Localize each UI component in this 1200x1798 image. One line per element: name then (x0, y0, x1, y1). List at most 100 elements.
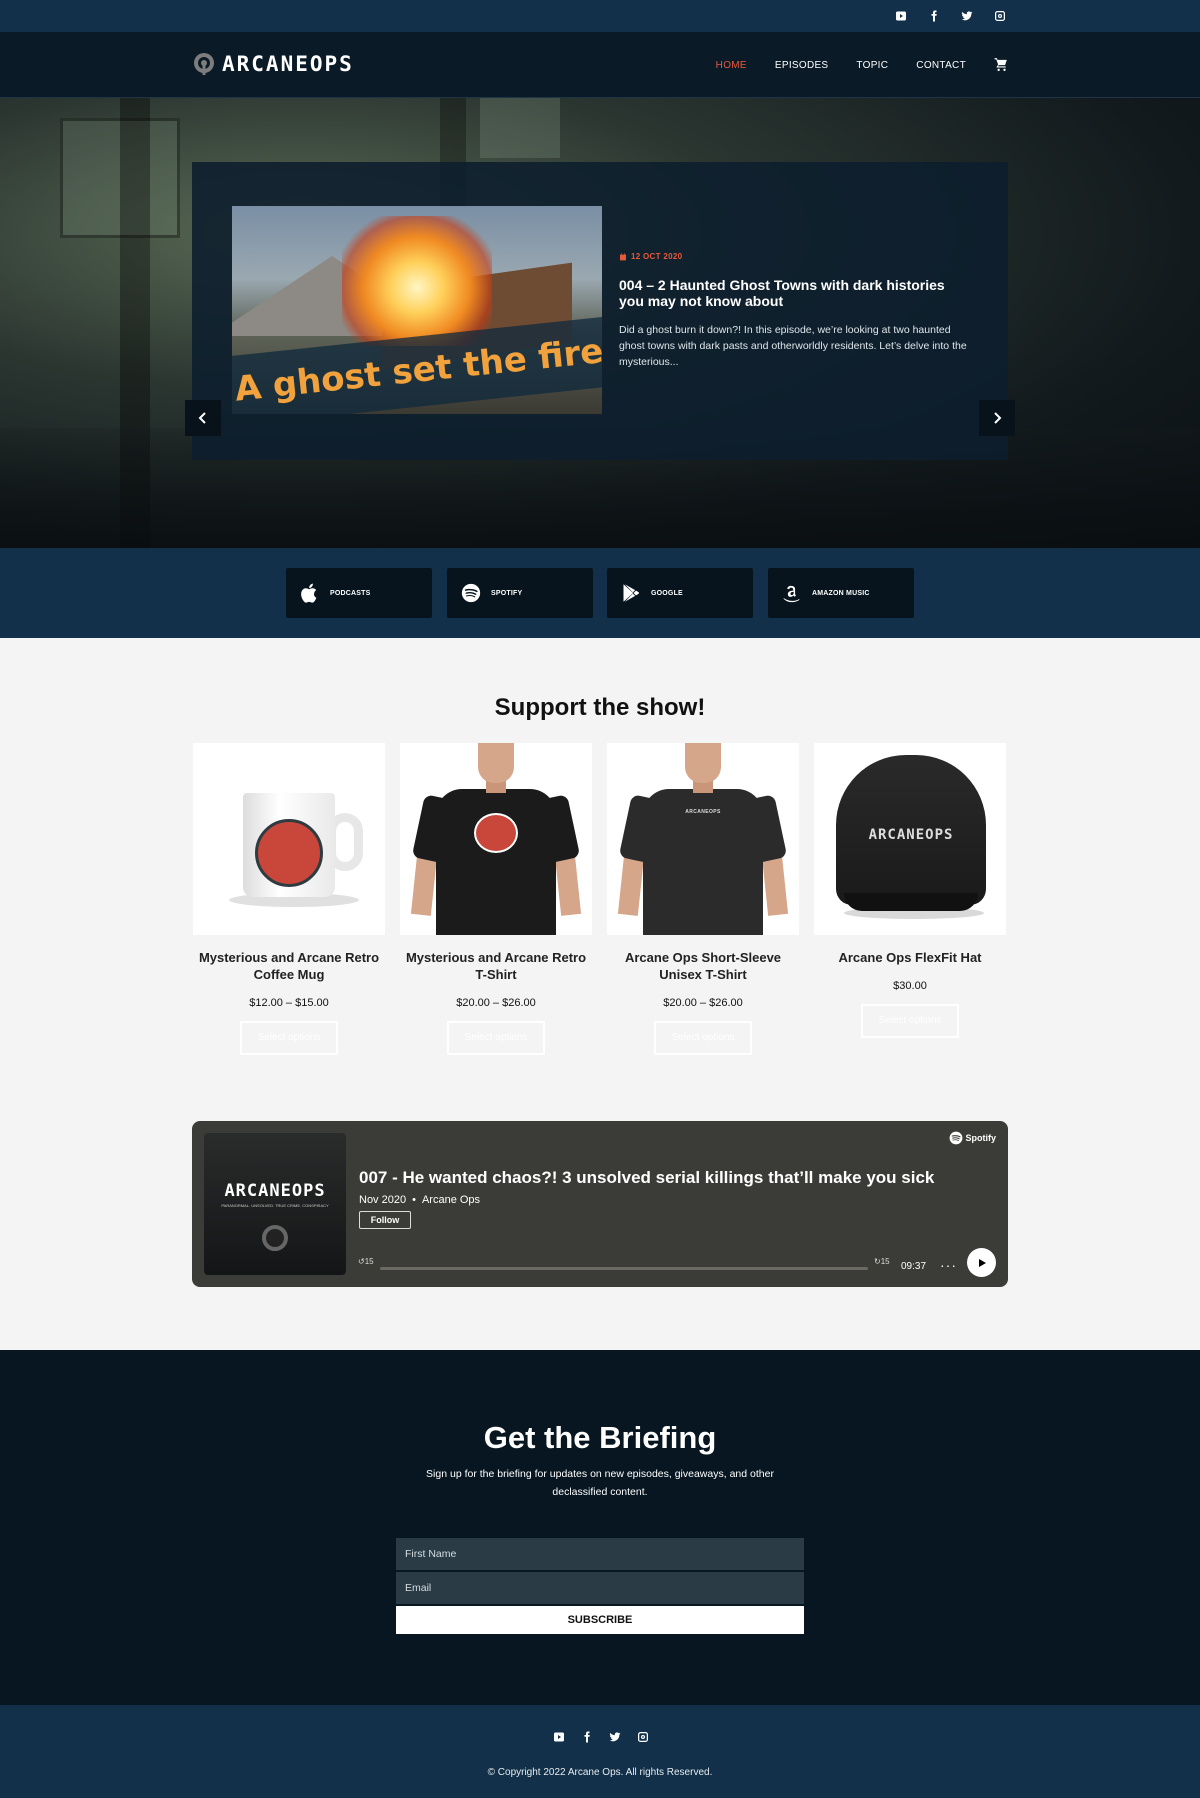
episode-date: 12 OCT 2020 (619, 252, 969, 261)
google-podcasts-button[interactable]: GOOGLE (607, 568, 753, 618)
episode-meta: 12 OCT 2020 004 – 2 Haunted Ghost Towns … (619, 252, 969, 370)
site-logo[interactable]: ARCANEOPS (192, 52, 354, 76)
cover-art-logo-icon (262, 1225, 288, 1251)
cover-art-title: ARCANEOPS (224, 1181, 326, 1201)
play-icon (978, 1258, 986, 1267)
calendar-icon (620, 252, 626, 260)
episode-title[interactable]: 004 – 2 Haunted Ghost Towns with dark hi… (619, 277, 969, 309)
product-card: Mysterious and Arcane Retro Coffee Mug $… (193, 743, 385, 1055)
episode-excerpt: Did a ghost burn it down?! In this episo… (619, 324, 967, 368)
product-price: $30.00 (893, 980, 927, 992)
product-card: Mysterious and Arcane Retro T-Shirt $20.… (400, 743, 592, 1055)
model-head (685, 743, 721, 783)
hero-background-window (480, 98, 560, 158)
player-episode-date: Nov 2020 (359, 1194, 407, 1206)
nav-contact[interactable]: CONTACT (916, 60, 966, 71)
instagram-icon[interactable] (635, 1729, 651, 1745)
footer-social-links (551, 1729, 651, 1745)
nav-topic[interactable]: TOPIC (856, 60, 888, 71)
product-card: ARCANEOPS Arcane Ops Short-Sleeve Unisex… (607, 743, 799, 1055)
more-options-icon[interactable]: ··· (940, 1257, 957, 1273)
hero-slider: A ghost set the fire?! 12 OCT 2020 004 –… (0, 98, 1200, 548)
shop-title: Support the show! (494, 694, 706, 721)
site-header: ARCANEOPS HOME EPISODES TOPIC CONTACT (0, 32, 1200, 98)
product-name[interactable]: Mysterious and Arcane Retro Coffee Mug (193, 949, 385, 983)
newsletter-description: Sign up for the briefing for updates on … (426, 1468, 774, 1498)
episode-slide[interactable]: A ghost set the fire?! 12 OCT 2020 004 –… (192, 162, 1008, 460)
platform-label: SPOTIFY (491, 589, 523, 597)
model-arm (617, 854, 645, 916)
newsletter-title: Get the Briefing (483, 1420, 717, 1455)
google-play-icon (623, 584, 639, 602)
player-show-name[interactable]: Arcane Ops (422, 1194, 480, 1206)
copyright-text: © Copyright 2022 Arcane Ops. All rights … (487, 1767, 713, 1778)
follow-button[interactable]: Follow (359, 1211, 411, 1229)
top-social-links (893, 8, 1008, 24)
facebook-icon[interactable] (926, 8, 942, 24)
select-options-button[interactable]: Select options (447, 1021, 545, 1055)
instagram-icon[interactable] (992, 8, 1008, 24)
facebook-icon[interactable] (579, 1729, 595, 1745)
product-price: $20.00 – $26.00 (456, 997, 536, 1009)
episode-duration: 09:37 (901, 1261, 927, 1272)
apple-podcasts-button[interactable]: PODCASTS (286, 568, 432, 618)
skip-back-15-icon[interactable]: ↺15 (358, 1257, 374, 1266)
episode-date-text: 12 OCT 2020 (631, 252, 683, 261)
spotify-icon (461, 583, 481, 603)
spotify-brand-text: Spotify (965, 1133, 997, 1143)
product-image-mug[interactable] (193, 743, 385, 935)
platform-label: AMAZON MUSIC (812, 589, 870, 597)
email-field[interactable] (396, 1572, 804, 1604)
episode-thumbnail[interactable]: A ghost set the fire?! (232, 206, 602, 414)
newsletter-section: Get the Briefing Sign up for the briefin… (0, 1350, 1200, 1705)
product-image-unisex-tshirt[interactable]: ARCANEOPS (607, 743, 799, 935)
listen-platforms: PODCASTS SPOTIFY GOOGLE AMAZON MUSIC (0, 548, 1200, 638)
player-episode-meta: Nov 2020 • Arcane Ops (359, 1194, 480, 1206)
product-name[interactable]: Mysterious and Arcane Retro T-Shirt (400, 949, 592, 983)
product-image-retro-tshirt[interactable] (400, 743, 592, 935)
playback-progress-bar[interactable] (380, 1267, 868, 1270)
product-price: $12.00 – $15.00 (249, 997, 329, 1009)
episode-cover-art[interactable]: ARCANEOPS PARANORMAL. UNSOLVED. TRUE CRI… (204, 1133, 346, 1275)
skip-back-label: 15 (364, 1257, 374, 1266)
chevron-right-icon (994, 412, 1002, 424)
shirt-retro-logo (474, 813, 518, 853)
slider-prev-button[interactable] (185, 400, 221, 436)
twitter-icon[interactable] (959, 8, 975, 24)
mug-logo (255, 819, 323, 887)
player-episode-title[interactable]: 007 - He wanted chaos?! 3 unsolved seria… (359, 1168, 934, 1188)
logo-mark-icon (194, 53, 214, 75)
skip-forward-label: 15 (880, 1257, 890, 1266)
thumbnail-caption: A ghost set the fire?! (232, 327, 602, 410)
site-footer: © Copyright 2022 Arcane Ops. All rights … (0, 1705, 1200, 1798)
meta-separator: • (412, 1194, 416, 1206)
spotify-button[interactable]: SPOTIFY (447, 568, 593, 618)
cover-art-subtitle: PARANORMAL. UNSOLVED. TRUE CRIME. CONSPI… (221, 1203, 329, 1208)
shirt-body (436, 789, 556, 935)
product-name[interactable]: Arcane Ops FlexFit Hat (814, 949, 1006, 983)
model-arm (554, 854, 582, 916)
select-options-button[interactable]: Select options (240, 1021, 338, 1055)
youtube-icon[interactable] (551, 1729, 567, 1745)
youtube-icon[interactable] (893, 8, 909, 24)
select-options-button[interactable]: Select options (654, 1021, 752, 1055)
product-name[interactable]: Arcane Ops Short-Sleeve Unisex T-Shirt (607, 949, 799, 983)
nav-episodes[interactable]: EPISODES (775, 60, 829, 71)
first-name-field[interactable] (396, 1538, 804, 1570)
subscribe-button[interactable]: SUBSCRIBE (396, 1606, 804, 1634)
product-price: $20.00 – $26.00 (663, 997, 743, 1009)
spotify-icon (949, 1131, 962, 1145)
model-head (478, 743, 514, 783)
skip-forward-15-icon[interactable]: ↻15 (874, 1257, 890, 1266)
nav-home[interactable]: HOME (716, 60, 747, 71)
spotify-logo[interactable]: Spotify (949, 1131, 997, 1145)
product-image-hat[interactable]: ARCANEOPS (814, 743, 1006, 935)
shirt-wordmark: ARCANEOPS (685, 809, 721, 815)
hat-brim (844, 893, 978, 911)
amazon-music-button[interactable]: AMAZON MUSIC (768, 568, 914, 618)
twitter-icon[interactable] (607, 1729, 623, 1745)
slider-next-button[interactable] (979, 400, 1015, 436)
play-button[interactable] (967, 1248, 996, 1277)
select-options-button[interactable]: Select options (861, 1004, 959, 1038)
cart-icon[interactable] (994, 57, 1008, 74)
